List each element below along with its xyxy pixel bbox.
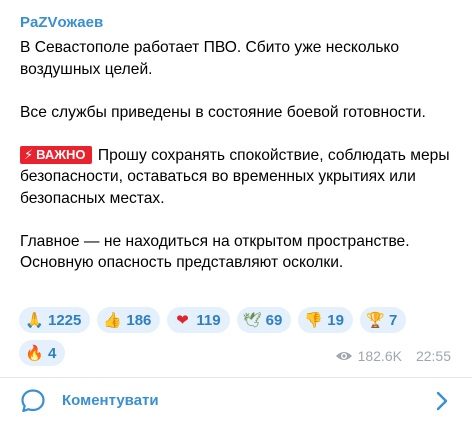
reaction-count: 69 xyxy=(265,311,283,329)
reaction-trophy[interactable]: 🏆 7 xyxy=(359,307,407,333)
reaction-fire[interactable]: 🔥 4 xyxy=(19,340,66,366)
reaction-thumbs-up[interactable]: 👍 186 xyxy=(97,307,161,333)
comments-label: Коментувати xyxy=(62,392,159,409)
channel-name[interactable]: PaZVожаев xyxy=(20,14,103,32)
reaction-count: 1225 xyxy=(48,311,82,329)
thumbs-up-icon: 👍 xyxy=(103,311,123,329)
reaction-count: 186 xyxy=(126,311,152,329)
important-badge-label: ВАЖНО xyxy=(36,146,86,162)
reaction-pray[interactable]: 🙏 1225 xyxy=(19,307,91,333)
eye-icon xyxy=(335,352,352,360)
reaction-heart[interactable]: ❤ 119 xyxy=(167,307,230,333)
comment-bubble-icon xyxy=(21,389,45,413)
comments-button[interactable]: Коментувати xyxy=(0,378,472,426)
view-count: 182.6K xyxy=(357,348,402,364)
important-badge: ⚡ ВАЖНО xyxy=(20,145,92,164)
message-paragraph-4: Главное — не находиться на открытом прос… xyxy=(20,232,410,272)
chevron-right-icon xyxy=(436,391,448,411)
dove-icon: 🕊 xyxy=(242,311,262,329)
reaction-dove[interactable]: 🕊 69 xyxy=(236,307,292,333)
message-text: В Севастополе работает ПВО. Сбито уже не… xyxy=(20,37,460,274)
lightning-icon: ⚡ xyxy=(24,146,34,162)
reaction-thumbs-down[interactable]: 👎 19 xyxy=(298,307,353,333)
thumbs-down-icon: 👎 xyxy=(304,311,323,329)
reaction-count: 119 xyxy=(196,311,221,329)
trophy-icon: 🏆 xyxy=(365,311,385,329)
message-paragraph-3: ⚡ ВАЖНО Прошу сохранять спокойствие, собл… xyxy=(20,145,460,210)
message-card: PaZVожаев В Севастополе работает ПВО. Сб… xyxy=(0,0,472,426)
message-time: 22:55 xyxy=(415,348,451,364)
pray-icon: 🙏 xyxy=(25,311,44,329)
heart-icon: ❤ xyxy=(176,311,189,329)
message-paragraph-1: В Севастополе работает ПВО. Сбито уже не… xyxy=(20,39,400,78)
reaction-count: 4 xyxy=(48,344,57,362)
reaction-count: 7 xyxy=(388,311,398,329)
message-paragraph-2: Все службы приведены в состояние боевой … xyxy=(20,103,426,121)
message-meta: 182.6K 22:55 xyxy=(335,348,451,364)
reaction-count: 19 xyxy=(327,311,344,329)
fire-icon: 🔥 xyxy=(25,344,44,362)
